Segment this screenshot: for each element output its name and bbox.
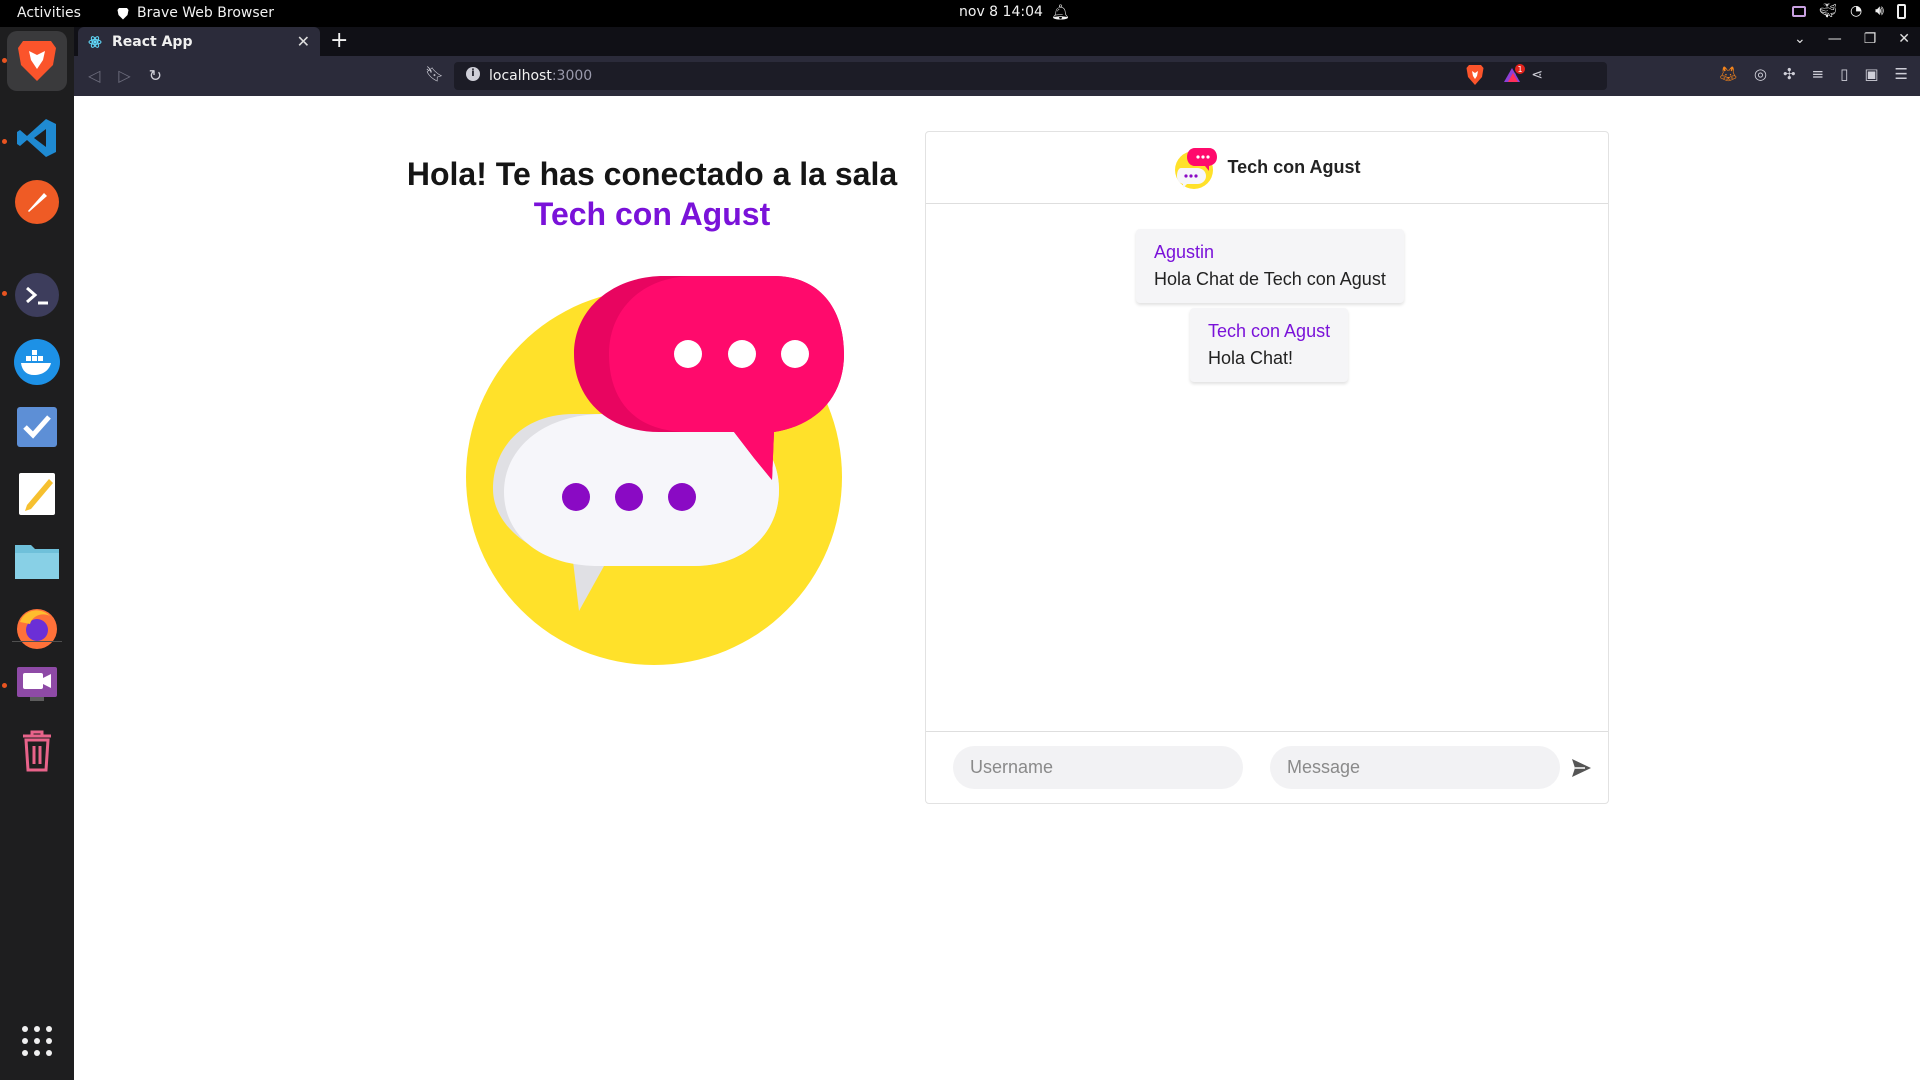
- volume-icon: 🔊︎: [1875, 3, 1884, 19]
- postman-icon[interactable]: [7, 172, 67, 232]
- chat-message: Tech con Agust Hola Chat!: [1190, 308, 1349, 382]
- files-folder-icon[interactable]: [7, 530, 67, 590]
- trash-icon[interactable]: [7, 720, 67, 780]
- close-window-icon[interactable]: ✕: [1898, 31, 1910, 47]
- rewards-badge: 1: [1517, 65, 1522, 74]
- playlist-icon[interactable]: ≡: [1812, 65, 1825, 83]
- message-username: Tech con Agust: [1208, 321, 1331, 341]
- forward-arrow-icon[interactable]: ▷: [118, 66, 130, 85]
- brave-shields-icon[interactable]: [1466, 64, 1484, 86]
- chat-header: Tech con Agust: [926, 132, 1608, 204]
- hamburger-menu-icon[interactable]: ☰: [1895, 65, 1908, 83]
- docker-tray-icon[interactable]: 🐳︎: [1819, 3, 1837, 19]
- address-bar[interactable]: i localhost:3000 ⌕ ⋖: [454, 62, 1607, 90]
- tab-react-app[interactable]: React App ✕: [78, 27, 320, 56]
- page-viewport: Hola! Te has conectado a la sala Tech co…: [74, 96, 1920, 1080]
- vpn-target-icon[interactable]: ◎: [1754, 65, 1767, 83]
- tasks-checkbox-icon[interactable]: [7, 397, 67, 457]
- sidebar-toggle-icon[interactable]: ▯: [1840, 65, 1848, 83]
- vscode-icon[interactable]: [7, 108, 67, 168]
- app-menu[interactable]: Brave Web Browser: [117, 5, 274, 21]
- brave-lion-icon: [117, 7, 129, 19]
- system-top-bar: Activities Brave Web Browser nov 8 14:04…: [0, 0, 1920, 27]
- notification-bell-icon[interactable]: 🔔︎: [1051, 3, 1070, 21]
- tab-close-icon[interactable]: ✕: [297, 32, 310, 51]
- chat-room-title: Tech con Agust: [1227, 157, 1361, 177]
- username-input[interactable]: [953, 746, 1243, 789]
- text-editor-icon[interactable]: [7, 464, 67, 524]
- dock-separator: [12, 641, 62, 642]
- site-info-icon[interactable]: i: [466, 67, 480, 81]
- chat-input-bar: [926, 731, 1608, 803]
- tab-title: React App: [112, 33, 193, 50]
- wallet-icon[interactable]: ▣: [1864, 65, 1878, 83]
- restore-icon[interactable]: ❐: [1864, 31, 1877, 47]
- browser-toolbar: ◁ ▷ ↻ 🔖︎ i localhost:3000 ⌕ ⋖ 1 🦊︎ ◎ ✣ ≡…: [74, 56, 1920, 96]
- message-text: Hola Chat!: [1208, 348, 1294, 368]
- extensions-puzzle-icon[interactable]: ✣: [1783, 65, 1796, 83]
- back-arrow-icon[interactable]: ◁: [88, 66, 100, 85]
- reload-icon[interactable]: ↻: [149, 66, 162, 85]
- chat-logo-icon: [1175, 147, 1218, 189]
- brave-browser-icon[interactable]: [7, 31, 67, 91]
- window-controls: ⌄ — ❐ ✕: [1794, 31, 1910, 47]
- wifi-icon: ◔: [1849, 3, 1863, 19]
- ubuntu-dock: [0, 27, 74, 1080]
- message-username: Agustin: [1154, 242, 1215, 262]
- minimize-icon[interactable]: —: [1828, 31, 1842, 47]
- terminal-icon[interactable]: [7, 265, 67, 325]
- url-port: :3000: [551, 68, 593, 84]
- url-text[interactable]: localhost:3000: [489, 68, 592, 84]
- browser-tab-bar: React App ✕ + ⌄ — ❐ ✕: [74, 27, 1920, 56]
- new-tab-plus-icon[interactable]: +: [330, 28, 348, 53]
- send-arrow-icon[interactable]: [1570, 757, 1592, 779]
- message-text: Hola Chat de Tech con Agust: [1154, 269, 1386, 289]
- clock[interactable]: nov 8 14:04: [959, 4, 1043, 20]
- battery-icon: [1897, 3, 1906, 19]
- app-name: Brave Web Browser: [137, 5, 274, 21]
- room-name: Tech con Agust: [533, 196, 771, 232]
- welcome-heading: Hola! Te has conectado a la sala Tech co…: [377, 154, 927, 234]
- chat-bubbles-illustration: [466, 276, 844, 665]
- chat-message: Agustin Hola Chat de Tech con Agust: [1136, 229, 1404, 303]
- extension-toolbar: 🦊︎ ◎ ✣ ≡ ▯ ▣ ☰: [1719, 65, 1908, 83]
- tab-list-chevron-down-icon[interactable]: ⌄: [1794, 31, 1806, 47]
- screen-recorder-icon[interactable]: [7, 654, 67, 714]
- metamask-fox-icon[interactable]: 🦊︎: [1719, 65, 1738, 83]
- system-tray[interactable]: 🐳︎ ◔ 🔊︎: [1792, 3, 1906, 19]
- react-favicon-icon: [88, 35, 102, 48]
- activities-button[interactable]: Activities: [17, 5, 81, 21]
- docker-icon[interactable]: [7, 332, 67, 392]
- firefox-icon[interactable]: [7, 597, 67, 657]
- share-icon[interactable]: ⋖: [1531, 67, 1543, 83]
- welcome-text: Hola! Te has conectado a la sala: [406, 156, 898, 192]
- brave-rewards-icon[interactable]: 1: [1503, 64, 1525, 84]
- message-input[interactable]: [1270, 746, 1560, 789]
- url-host: localhost: [489, 68, 552, 84]
- navigation-buttons: ◁ ▷ ↻: [88, 66, 162, 85]
- show-applications-grid-icon[interactable]: [7, 1011, 67, 1071]
- screen-share-indicator-icon[interactable]: [1792, 5, 1807, 17]
- bookmark-icon[interactable]: 🔖︎: [425, 65, 444, 83]
- chat-panel: Tech con Agust Agustin Hola Chat de Tech…: [925, 131, 1609, 804]
